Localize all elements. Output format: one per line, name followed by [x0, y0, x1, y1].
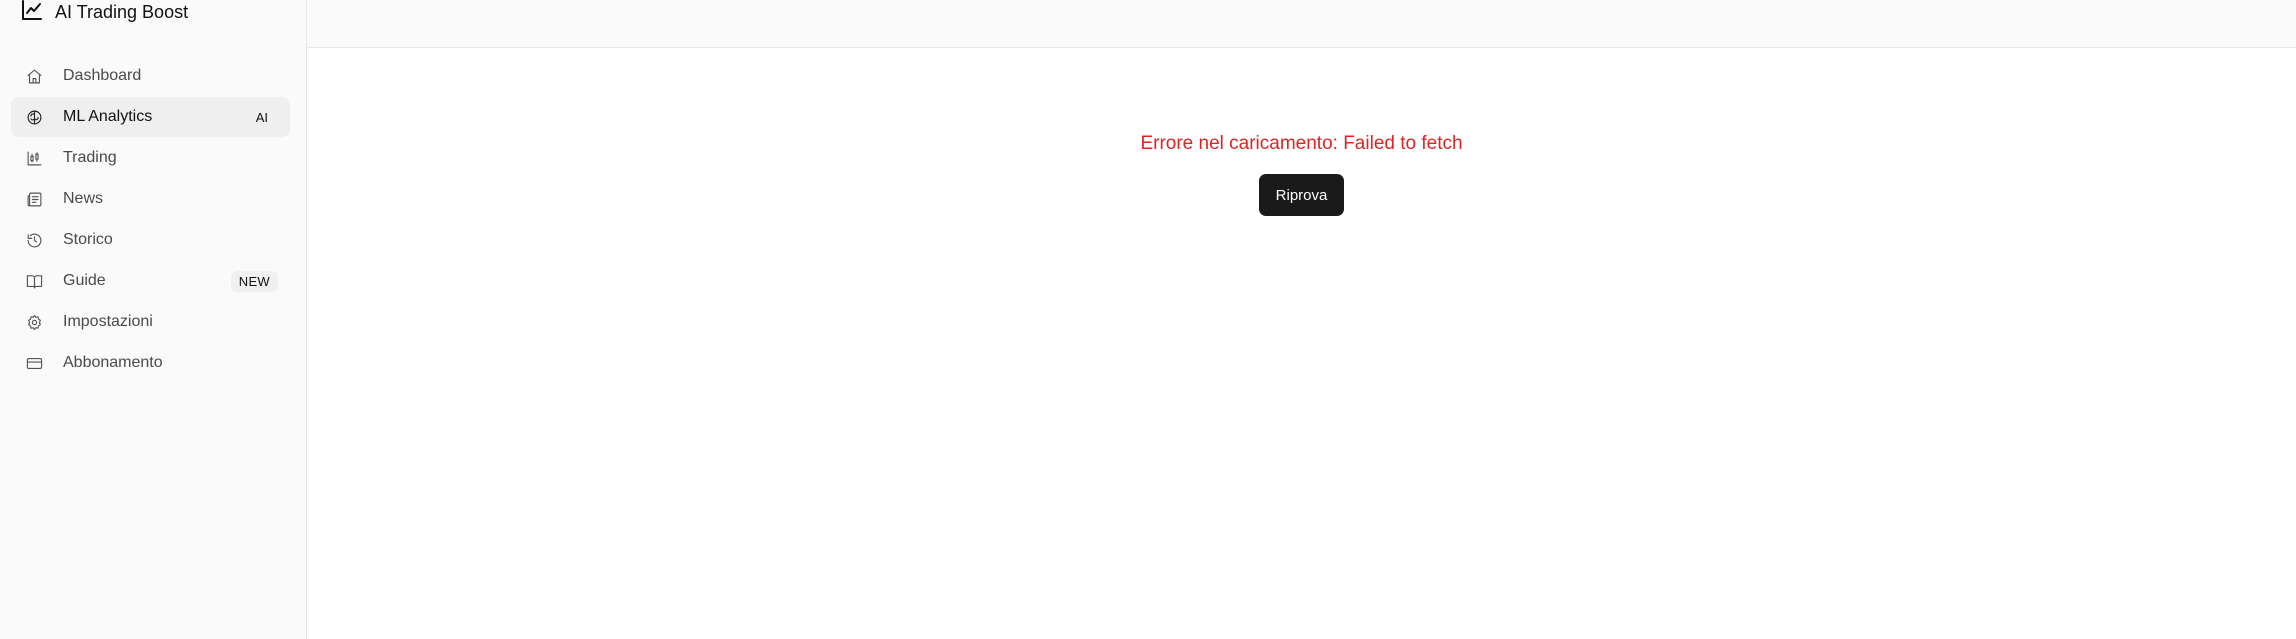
newspaper-icon — [25, 190, 43, 208]
sidebar-item-label: Storico — [63, 231, 113, 248]
sidebar: AI Trading Boost Dashboard ML Analytics … — [0, 0, 307, 639]
sidebar-item-trading[interactable]: Trading — [11, 138, 290, 178]
candlestick-icon — [25, 149, 43, 167]
main-content: Errore nel caricamento: Failed to fetch … — [307, 48, 2296, 639]
book-icon — [25, 272, 43, 290]
credit-card-icon — [25, 354, 43, 372]
home-icon — [25, 67, 43, 85]
trend-line-icon — [22, 0, 42, 20]
sidebar-item-label: Trading — [63, 149, 117, 166]
sidebar-item-dashboard[interactable]: Dashboard — [11, 56, 290, 96]
sidebar-item-label: Guide — [63, 272, 106, 289]
sidebar-item-label: Abbonamento — [63, 354, 163, 371]
sidebar-item-label: Impostazioni — [63, 313, 153, 330]
new-badge: NEW — [230, 270, 278, 292]
error-state: Errore nel caricamento: Failed to fetch … — [307, 132, 2296, 216]
gear-icon — [25, 313, 43, 331]
app-root: AI Trading Boost Dashboard ML Analytics … — [0, 0, 2296, 639]
retry-button[interactable]: Riprova — [1258, 174, 1345, 216]
sidebar-item-news[interactable]: News — [11, 179, 290, 219]
sidebar-item-impostazioni[interactable]: Impostazioni — [11, 302, 290, 342]
sidebar-item-ml-analytics[interactable]: ML Analytics AI — [11, 97, 290, 137]
app-title: AI Trading Boost — [55, 2, 189, 22]
sidebar-nav: Dashboard ML Analytics AI Trading News S… — [11, 56, 290, 384]
sidebar-item-abbonamento[interactable]: Abbonamento — [11, 343, 290, 383]
top-bar — [307, 0, 2296, 48]
sidebar-item-label: Dashboard — [63, 67, 142, 84]
error-message: Errore nel caricamento: Failed to fetch — [1140, 133, 1463, 154]
sidebar-item-label: ML Analytics — [63, 108, 153, 125]
brand[interactable]: AI Trading Boost — [0, 0, 306, 32]
main-area: Errore nel caricamento: Failed to fetch … — [307, 0, 2296, 639]
brain-icon — [25, 108, 43, 126]
history-icon — [25, 231, 43, 249]
sidebar-item-guide[interactable]: Guide NEW — [11, 261, 290, 301]
sidebar-item-label: News — [63, 190, 104, 207]
sidebar-item-storico[interactable]: Storico — [11, 220, 290, 260]
ai-badge: AI — [255, 109, 268, 125]
